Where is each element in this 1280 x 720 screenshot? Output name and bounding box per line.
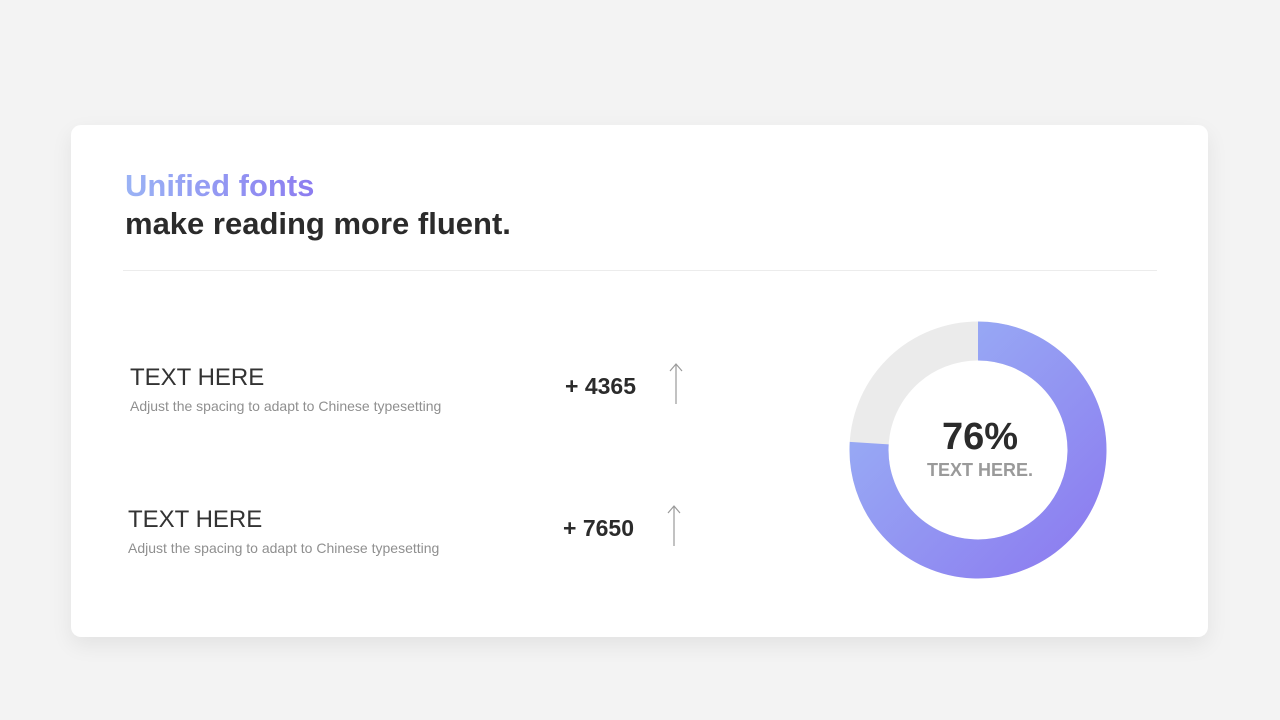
arrow-up-icon [669, 363, 683, 404]
stat-row: TEXT HERE Adjust the spacing to adapt to… [130, 363, 730, 424]
stat-label: TEXT HERE [128, 506, 263, 533]
divider [123, 270, 1157, 271]
donut-value-label: 76% [941, 416, 1019, 458]
main-title: make reading more fluent. [125, 206, 511, 241]
stat-value: + 4365 [565, 373, 636, 399]
accent-title: Unified fonts [125, 168, 315, 203]
stat-description: Adjust the spacing to adapt to Chinese t… [128, 540, 440, 556]
stat-description: Adjust the spacing to adapt to Chinese t… [130, 398, 442, 414]
arrow-up-icon [667, 505, 681, 546]
content-card: Unified fonts make reading more fluent. … [71, 125, 1208, 637]
donut-caption: TEXT HERE. [926, 460, 1033, 480]
stat-value: + 7650 [563, 515, 634, 541]
stat-row: TEXT HERE Adjust the spacing to adapt to… [128, 505, 728, 566]
stat-label: TEXT HERE [130, 364, 265, 391]
